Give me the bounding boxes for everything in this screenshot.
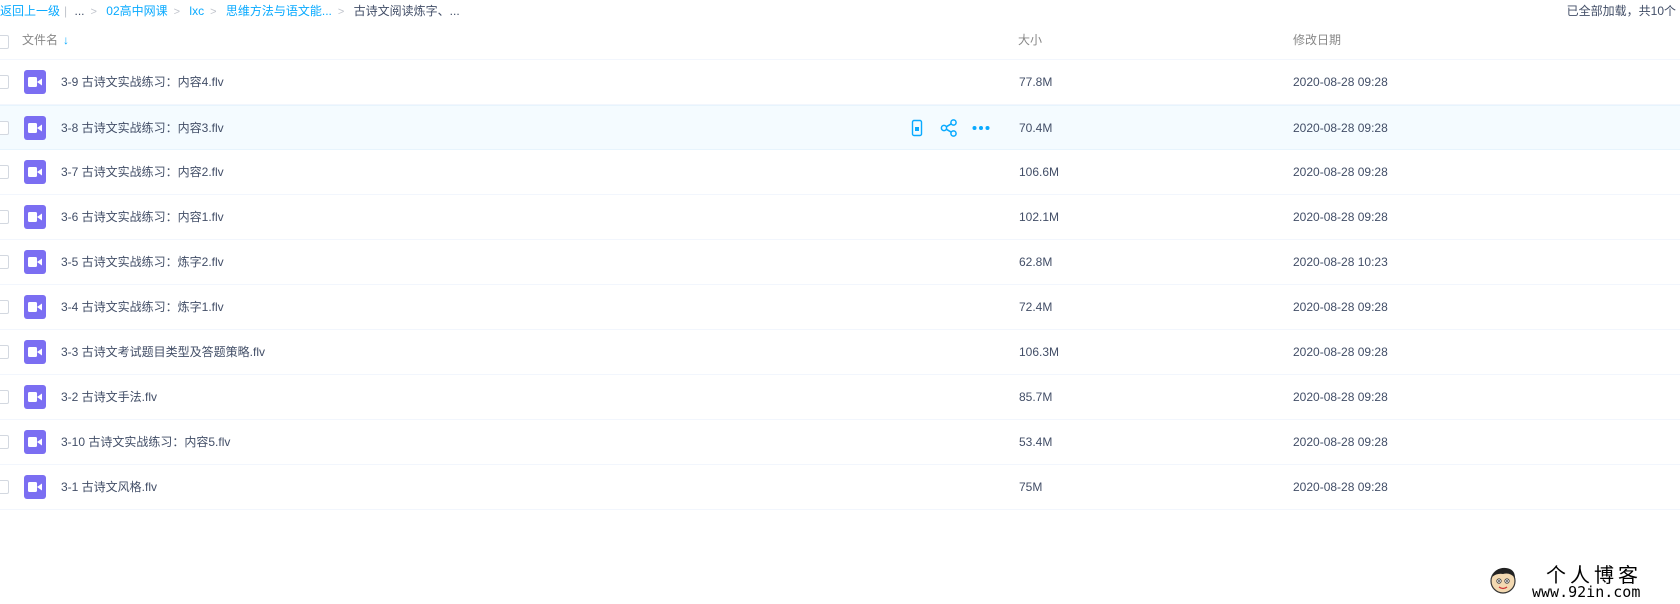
file-modified-date: 2020-08-28 09:28 <box>1293 480 1388 494</box>
video-file-icon <box>24 385 46 409</box>
cartoon-face-icon <box>1490 567 1516 594</box>
breadcrumb: 返回上一级 | ... > 02高中网课 > lxc > 思维方法与语文能... > 古诗… <box>0 0 1680 22</box>
breadcrumb-separator-icon: > <box>173 6 181 18</box>
video-file-icon <box>24 475 46 499</box>
file-size: 72.4M <box>1019 300 1053 314</box>
breadcrumb-current-folder: 古诗文阅读炼字、... <box>353 4 460 18</box>
breadcrumb-ellipsis[interactable]: ... <box>74 4 84 18</box>
watermark-url: www.92in.com <box>1532 583 1641 601</box>
file-name[interactable]: 3-1 古诗文风格.flv <box>61 465 157 509</box>
file-size: 62.8M <box>1019 255 1053 269</box>
file-row[interactable]: 3-6 古诗文实战练习：内容1.flv 102.1M 2020-08-28 09… <box>0 195 1680 240</box>
file-size: 106.6M <box>1019 165 1060 179</box>
video-file-icon <box>24 430 46 454</box>
breadcrumb-item-02[interactable]: 02高中网课 <box>106 4 167 18</box>
file-size: 102.1M <box>1019 210 1060 224</box>
column-header-name-label: 文件名 <box>22 33 59 47</box>
file-size: 70.4M <box>1019 121 1053 135</box>
mobile-icon[interactable] <box>907 118 927 138</box>
file-row[interactable]: 3-1 古诗文风格.flv 75M 2020-08-28 09:28 <box>0 465 1680 510</box>
breadcrumb-divider: | <box>64 4 68 18</box>
sort-arrow-down-icon[interactable]: ↓ <box>63 33 69 47</box>
row-checkbox[interactable] <box>0 75 9 89</box>
row-checkbox[interactable] <box>0 121 9 135</box>
row-checkbox[interactable] <box>0 255 9 269</box>
file-modified-date: 2020-08-28 09:28 <box>1293 75 1388 89</box>
file-row[interactable]: 3-8 古诗文实战练习：内容3.flv 70.4M 2020-08-28 09:… <box>0 105 1680 150</box>
file-name[interactable]: 3-6 古诗文实战练习：内容1.flv <box>61 195 224 239</box>
select-all-checkbox[interactable] <box>0 35 9 49</box>
row-checkbox[interactable] <box>0 390 9 404</box>
file-size: 106.3M <box>1019 345 1060 359</box>
file-modified-date: 2020-08-28 09:28 <box>1293 345 1388 359</box>
file-modified-date: 2020-08-28 09:28 <box>1293 300 1388 314</box>
file-size: 75M <box>1019 480 1043 494</box>
file-modified-date: 2020-08-28 09:28 <box>1293 210 1388 224</box>
file-modified-date: 2020-08-28 10:23 <box>1293 255 1388 269</box>
file-name[interactable]: 3-2 古诗文手法.flv <box>61 375 157 419</box>
row-checkbox[interactable] <box>0 480 9 494</box>
video-file-icon <box>24 340 46 364</box>
file-name[interactable]: 3-3 古诗文考试题目类型及答题策略.flv <box>61 330 265 374</box>
video-file-icon <box>24 295 46 319</box>
file-modified-date: 2020-08-28 09:28 <box>1293 165 1388 179</box>
file-row[interactable]: 3-3 古诗文考试题目类型及答题策略.flv 106.3M 2020-08-28… <box>0 330 1680 375</box>
file-row[interactable]: 3-10 古诗文实战练习：内容5.flv 53.4M 2020-08-28 09… <box>0 420 1680 465</box>
video-file-icon <box>24 250 46 274</box>
column-header-modified-date[interactable]: 修改日期 <box>1293 22 1341 59</box>
breadcrumb-separator-icon: > <box>337 6 345 18</box>
row-checkbox[interactable] <box>0 300 9 314</box>
file-size: 85.7M <box>1019 390 1053 404</box>
file-list: 3-9 古诗文实战练习：内容4.flv 77.8M 2020-08-28 09:… <box>0 60 1680 510</box>
file-name[interactable]: 3-5 古诗文实战练习：炼字2.flv <box>61 240 224 284</box>
file-size: 53.4M <box>1019 435 1053 449</box>
more-icon[interactable] <box>971 118 991 138</box>
file-modified-date: 2020-08-28 09:28 <box>1293 435 1388 449</box>
row-checkbox[interactable] <box>0 345 9 359</box>
file-row[interactable]: 3-2 古诗文手法.flv 85.7M 2020-08-28 09:28 <box>0 375 1680 420</box>
file-name[interactable]: 3-10 古诗文实战练习：内容5.flv <box>61 420 230 464</box>
share-icon[interactable] <box>939 118 959 138</box>
file-row[interactable]: 3-5 古诗文实战练习：炼字2.flv 62.8M 2020-08-28 10:… <box>0 240 1680 285</box>
file-row[interactable]: 3-9 古诗文实战练习：内容4.flv 77.8M 2020-08-28 09:… <box>0 60 1680 105</box>
blog-watermark: 个人博客 www.92in.com <box>1488 561 1668 601</box>
video-file-icon <box>24 205 46 229</box>
video-file-icon <box>24 160 46 184</box>
column-header-name[interactable]: 文件名 ↓ <box>22 22 69 59</box>
file-modified-date: 2020-08-28 09:28 <box>1293 121 1388 135</box>
column-header-size[interactable]: 大小 <box>1018 22 1042 59</box>
breadcrumb-item-thinking-methods[interactable]: 思维方法与语文能... <box>226 4 332 18</box>
file-name[interactable]: 3-9 古诗文实战练习：内容4.flv <box>61 60 224 104</box>
file-list-header: 文件名 ↓ 大小 修改日期 <box>0 22 1680 60</box>
file-size: 77.8M <box>1019 75 1053 89</box>
breadcrumb-item-lxc[interactable]: lxc <box>189 4 204 18</box>
row-checkbox[interactable] <box>0 165 9 179</box>
file-name[interactable]: 3-4 古诗文实战练习：炼字1.flv <box>61 285 224 329</box>
file-row[interactable]: 3-4 古诗文实战练习：炼字1.flv 72.4M 2020-08-28 09:… <box>0 285 1680 330</box>
back-to-parent-link[interactable]: 返回上一级 <box>0 4 60 18</box>
file-row[interactable]: 3-7 古诗文实战练习：内容2.flv 106.6M 2020-08-28 09… <box>0 150 1680 195</box>
row-checkbox[interactable] <box>0 435 9 449</box>
file-name[interactable]: 3-7 古诗文实战练习：内容2.flv <box>61 150 224 194</box>
video-file-icon <box>24 70 46 94</box>
file-modified-date: 2020-08-28 09:28 <box>1293 390 1388 404</box>
breadcrumb-separator-icon: > <box>90 6 97 18</box>
file-name[interactable]: 3-8 古诗文实战练习：内容3.flv <box>61 106 224 150</box>
row-checkbox[interactable] <box>0 210 9 224</box>
breadcrumb-separator-icon: > <box>210 6 217 18</box>
video-file-icon <box>24 116 46 140</box>
load-status-text: 已全部加载，共10个 <box>1566 4 1676 18</box>
